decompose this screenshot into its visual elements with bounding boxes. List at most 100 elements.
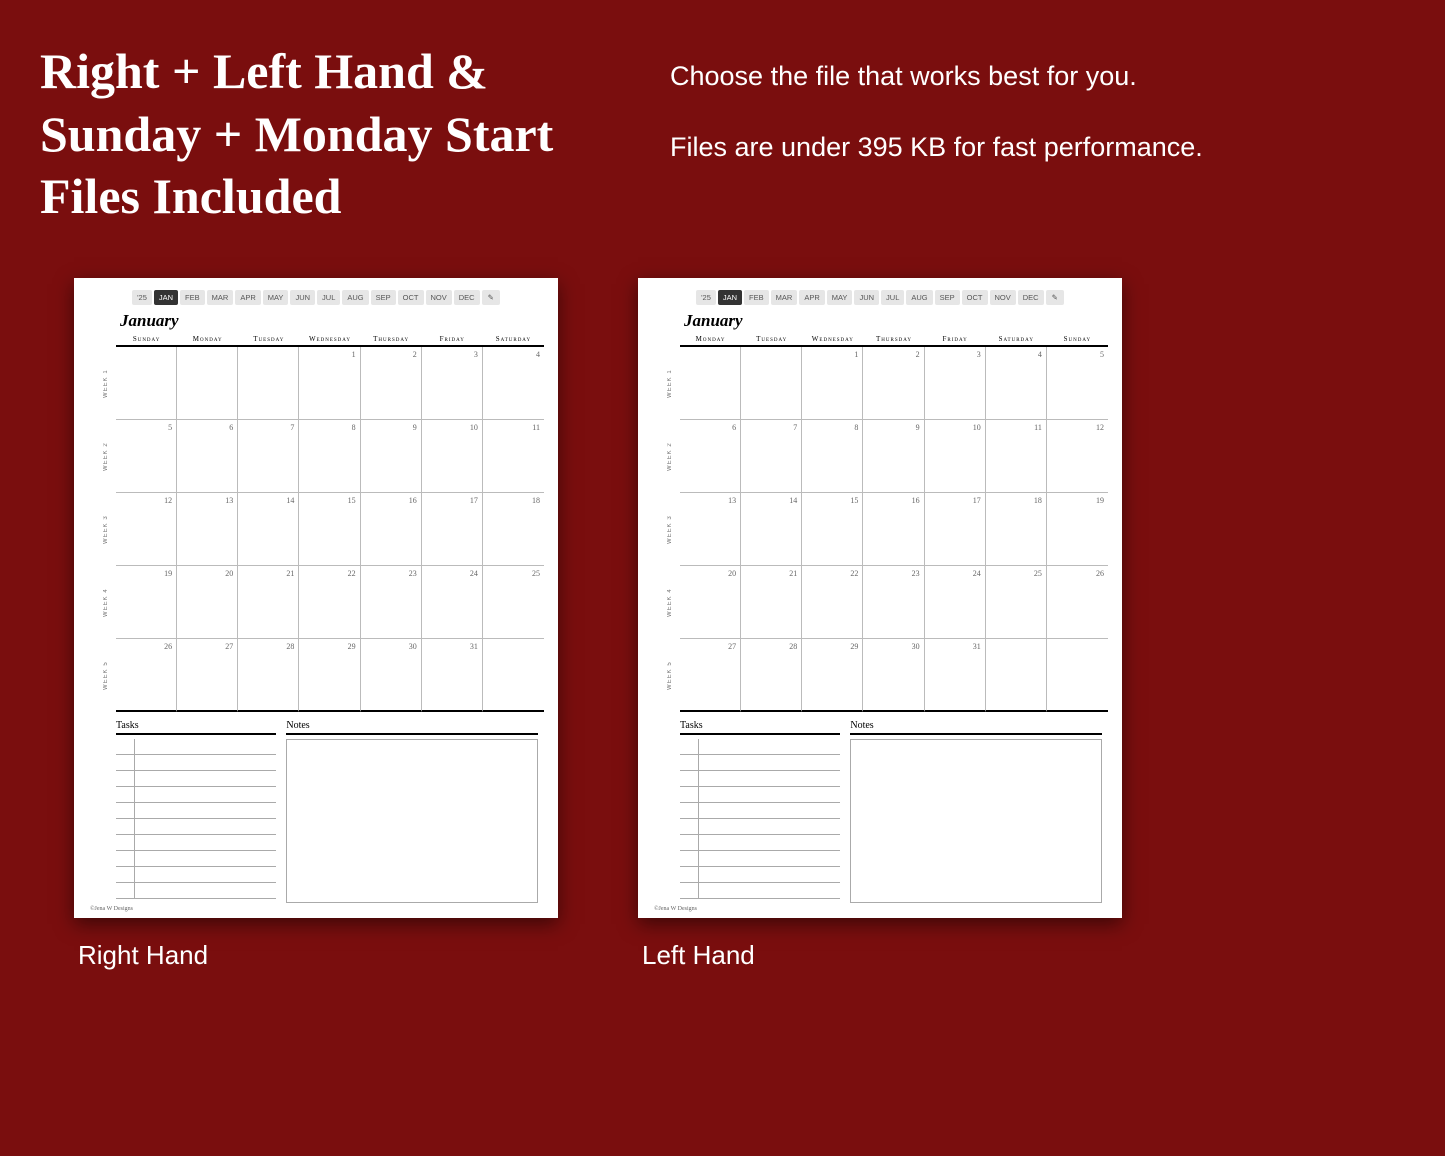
month-button-sep[interactable]: SEP <box>935 290 960 305</box>
day-cell <box>741 347 802 420</box>
task-line <box>116 787 276 803</box>
month-button-aug[interactable]: AUG <box>342 290 368 305</box>
day-number: 21 <box>789 569 797 578</box>
month-button-may[interactable]: MAY <box>827 290 853 305</box>
month-button-mar[interactable]: MAR <box>207 290 234 305</box>
month-button-apr[interactable]: APR <box>235 290 260 305</box>
year-button[interactable]: '25 <box>696 290 716 305</box>
month-button-jun[interactable]: JUN <box>854 290 879 305</box>
day-cell: 5 <box>1047 347 1108 420</box>
day-cell: 30 <box>863 639 924 712</box>
day-header: Thursday <box>863 333 924 347</box>
day-cell: 15 <box>802 493 863 566</box>
day-number: 25 <box>1034 569 1042 578</box>
month-button-jul[interactable]: JUL <box>317 290 340 305</box>
task-line <box>116 835 276 851</box>
day-number: 9 <box>413 423 417 432</box>
day-cell: 22 <box>299 566 360 639</box>
month-title: January <box>120 311 544 331</box>
pencil-icon[interactable]: ✎ <box>482 290 500 305</box>
day-cell: 15 <box>299 493 360 566</box>
month-button-mar[interactable]: MAR <box>771 290 798 305</box>
day-header: Monday <box>680 333 741 347</box>
left-hand-preview: '25JANFEBMARAPRMAYJUNJULAUGSEPOCTNOVDEC✎… <box>638 278 1122 971</box>
day-number: 24 <box>973 569 981 578</box>
day-cell: 27 <box>680 639 741 712</box>
month-button-oct[interactable]: OCT <box>398 290 424 305</box>
day-cell: 30 <box>361 639 422 712</box>
task-line <box>680 835 840 851</box>
day-cell: 10 <box>925 420 986 493</box>
month-nav: '25JANFEBMARAPRMAYJUNJULAUGSEPOCTNOVDEC✎ <box>652 290 1108 305</box>
day-cell: 27 <box>177 639 238 712</box>
headline: Right + Left Hand & Sunday + Monday Star… <box>40 40 630 228</box>
day-cell: 5 <box>116 420 177 493</box>
day-cell: 13 <box>177 493 238 566</box>
day-number: 23 <box>912 569 920 578</box>
day-number: 6 <box>229 423 233 432</box>
day-number: 8 <box>352 423 356 432</box>
day-number: 27 <box>225 642 233 651</box>
day-number: 27 <box>728 642 736 651</box>
day-cell: 6 <box>680 420 741 493</box>
month-button-apr[interactable]: APR <box>799 290 824 305</box>
month-button-aug[interactable]: AUG <box>906 290 932 305</box>
day-cell: 14 <box>741 493 802 566</box>
month-button-jan[interactable]: JAN <box>718 290 742 305</box>
task-line <box>116 883 276 899</box>
day-number: 30 <box>409 642 417 651</box>
task-line <box>116 819 276 835</box>
task-line <box>116 867 276 883</box>
day-cell: 8 <box>802 420 863 493</box>
month-button-dec[interactable]: DEC <box>454 290 480 305</box>
day-number: 2 <box>916 350 920 359</box>
day-cell: 20 <box>177 566 238 639</box>
notes-label: Notes <box>850 720 1102 735</box>
day-number: 8 <box>854 423 858 432</box>
day-number: 26 <box>164 642 172 651</box>
pencil-icon[interactable]: ✎ <box>1046 290 1064 305</box>
month-button-sep[interactable]: SEP <box>371 290 396 305</box>
tasks-label: Tasks <box>116 720 276 735</box>
desc-line-2: Files are under 395 KB for fast performa… <box>670 127 1203 168</box>
month-button-feb[interactable]: FEB <box>744 290 769 305</box>
day-cell <box>483 639 544 712</box>
day-cell: 18 <box>986 493 1047 566</box>
day-header: Friday <box>422 333 483 347</box>
day-cell: 23 <box>361 566 422 639</box>
day-number: 13 <box>728 496 736 505</box>
month-button-nov[interactable]: NOV <box>426 290 452 305</box>
task-line <box>680 819 840 835</box>
day-number: 2 <box>413 350 417 359</box>
task-line <box>116 851 276 867</box>
day-number: 15 <box>850 496 858 505</box>
day-cell: 7 <box>741 420 802 493</box>
month-button-feb[interactable]: FEB <box>180 290 205 305</box>
day-number: 1 <box>352 350 356 359</box>
day-number: 12 <box>1096 423 1104 432</box>
day-number: 11 <box>532 423 540 432</box>
month-button-jan[interactable]: JAN <box>154 290 178 305</box>
month-button-dec[interactable]: DEC <box>1018 290 1044 305</box>
calendar-grid-left: MondayTuesdayWednesdayThursdayFridaySatu… <box>680 333 1108 712</box>
day-cell: 17 <box>925 493 986 566</box>
day-cell: 25 <box>986 566 1047 639</box>
task-line <box>680 851 840 867</box>
task-line <box>680 883 840 899</box>
month-button-may[interactable]: MAY <box>263 290 289 305</box>
day-cell <box>116 347 177 420</box>
left-hand-caption: Left Hand <box>642 940 1122 971</box>
day-number: 7 <box>793 423 797 432</box>
day-cell <box>680 347 741 420</box>
day-cell: 17 <box>422 493 483 566</box>
month-button-oct[interactable]: OCT <box>962 290 988 305</box>
month-button-nov[interactable]: NOV <box>990 290 1016 305</box>
day-header: Saturday <box>483 333 544 347</box>
notes-section: Notes <box>850 720 1102 903</box>
year-button[interactable]: '25 <box>132 290 152 305</box>
week-label: WEEK 5 <box>660 639 680 712</box>
month-button-jun[interactable]: JUN <box>290 290 315 305</box>
month-button-jul[interactable]: JUL <box>881 290 904 305</box>
credit: ©Jena W Designs <box>90 906 133 912</box>
day-cell: 4 <box>483 347 544 420</box>
